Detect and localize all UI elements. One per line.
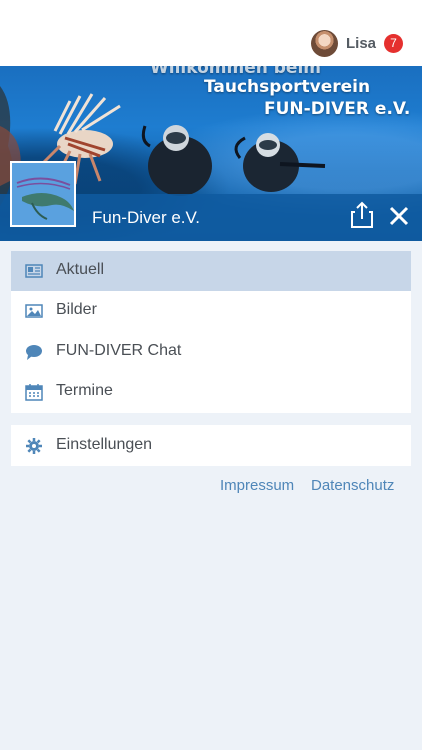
club-name: Fun-Diver e.V. (92, 208, 201, 227)
image-icon (25, 304, 43, 318)
share-button[interactable] (350, 201, 376, 229)
banner-club-type-line: Tauchsportverein (204, 77, 371, 97)
user-avatar[interactable] (311, 30, 338, 57)
menu-item-label: Bilder (56, 301, 97, 318)
menu-item-label: Termine (56, 382, 113, 399)
banner-club-name-line: FUN-DIVER e.V. (264, 99, 411, 119)
menu-item-einstellungen[interactable]: Einstellungen (11, 425, 411, 466)
navigation-menu: Aktuell Bilder FUN-DIVER Chat Termine (11, 251, 411, 413)
menu-item-bilder[interactable]: Bilder (11, 291, 411, 331)
datenschutz-link[interactable]: Datenschutz (311, 477, 394, 494)
menu-item-label: FUN-DIVER Chat (56, 342, 182, 359)
club-header-banner: Willkommen beim Tauchsportverein FUN-DIV… (0, 66, 422, 241)
close-icon (389, 206, 409, 226)
chat-bubble-icon (26, 345, 42, 360)
username-label[interactable]: Lisa (346, 35, 376, 52)
menu-item-chat[interactable]: FUN-DIVER Chat (11, 332, 411, 372)
top-bar: Lisa 7 (0, 0, 422, 66)
impressum-link[interactable]: Impressum (220, 477, 294, 494)
menu-item-termine[interactable]: Termine (11, 372, 411, 412)
notification-badge[interactable]: 7 (384, 34, 403, 53)
calendar-icon (25, 384, 43, 401)
newspaper-icon (25, 264, 43, 278)
share-icon (351, 201, 373, 228)
club-logo (10, 161, 76, 227)
settings-label: Einstellungen (56, 436, 153, 453)
gear-icon (26, 438, 42, 454)
menu-item-aktuell[interactable]: Aktuell (11, 251, 411, 291)
close-button[interactable] (388, 205, 410, 227)
menu-item-label: Aktuell (56, 261, 105, 278)
